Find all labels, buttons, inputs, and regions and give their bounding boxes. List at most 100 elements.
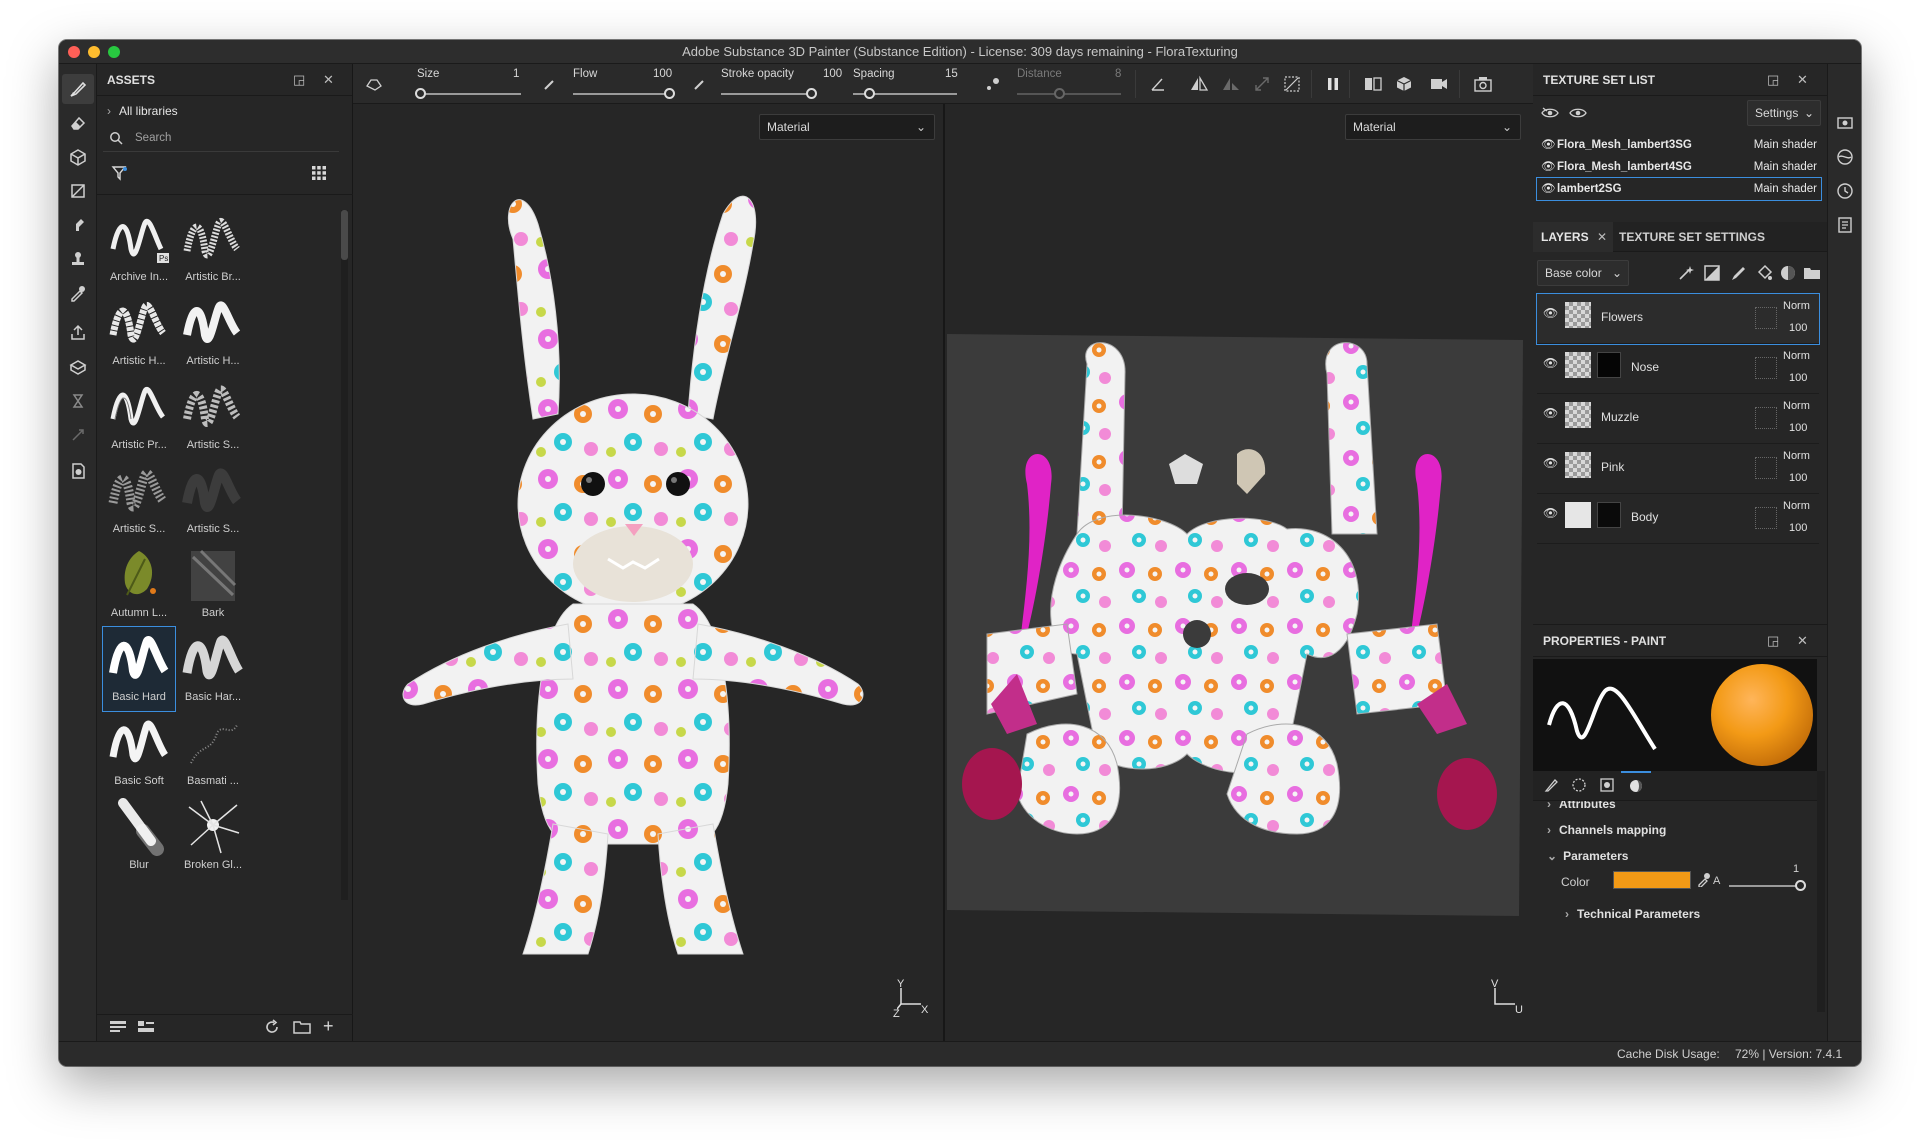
brush-preset[interactable]: Artistic Pr... bbox=[103, 375, 175, 459]
lock-icon[interactable] bbox=[62, 420, 94, 450]
library-selector[interactable]: › All libraries bbox=[107, 104, 178, 118]
eye-icon[interactable] bbox=[1569, 106, 1587, 123]
brush-preset[interactable]: Basic Soft bbox=[103, 711, 175, 795]
mask-slot[interactable] bbox=[1755, 507, 1777, 529]
history-icon[interactable] bbox=[62, 386, 94, 416]
viewport-3d[interactable]: Material ⌄ Y X Z bbox=[353, 104, 943, 1041]
mask-slot[interactable] bbox=[1755, 457, 1777, 479]
brush-preset[interactable]: Blur bbox=[103, 795, 175, 879]
blend-mode-dropdown[interactable]: Norm bbox=[1783, 450, 1810, 462]
refresh-icon[interactable] bbox=[263, 1018, 281, 1039]
parameters-section[interactable]: ⌄ Parameters bbox=[1547, 849, 1628, 863]
lazy-mouse-icon[interactable] bbox=[985, 76, 1001, 95]
export-icon[interactable] bbox=[62, 318, 94, 348]
environment-icon[interactable] bbox=[1836, 148, 1854, 169]
uv-texture-map[interactable] bbox=[947, 334, 1523, 916]
brush-preset[interactable]: Artistic H... bbox=[103, 291, 175, 375]
filter-icon[interactable] bbox=[111, 164, 129, 182]
layer-opacity[interactable]: 100 bbox=[1789, 522, 1807, 534]
alpha-slider[interactable] bbox=[1729, 885, 1799, 887]
log-icon[interactable] bbox=[1836, 216, 1854, 237]
search-input[interactable]: Search bbox=[135, 132, 171, 144]
brush-preset[interactable]: Artistic S... bbox=[177, 459, 249, 543]
close-icon[interactable]: ✕ bbox=[1797, 625, 1808, 657]
brush-preset[interactable]: Autumn L... bbox=[103, 543, 175, 627]
paint-brush-icon[interactable] bbox=[62, 74, 94, 104]
viewport-2d[interactable]: Material ⌄ V U bbox=[945, 104, 1533, 1041]
brush-preset[interactable]: Basic Har... bbox=[177, 627, 249, 711]
eye-icon[interactable]: 👁 bbox=[1543, 506, 1558, 520]
size-slider-knob[interactable] bbox=[415, 88, 427, 99]
blend-mode-dropdown[interactable]: Norm bbox=[1783, 350, 1810, 362]
viewport-3d-channel-dropdown[interactable]: Material ⌄ bbox=[759, 114, 935, 140]
import-icon[interactable] bbox=[109, 1019, 127, 1038]
undock-icon[interactable]: ◲ bbox=[1767, 64, 1779, 96]
attributes-section[interactable]: › Attributes bbox=[1547, 801, 1616, 811]
eye-icon[interactable]: 👁 bbox=[1543, 306, 1558, 320]
color-swatch[interactable] bbox=[1613, 871, 1691, 889]
technical-parameters-section[interactable]: › Technical Parameters bbox=[1565, 907, 1700, 921]
eye-icon[interactable]: 👁 bbox=[1543, 356, 1558, 370]
flow-slider[interactable] bbox=[573, 93, 669, 95]
undock-icon[interactable]: ◲ bbox=[293, 64, 305, 96]
polygon-fill-icon[interactable] bbox=[62, 176, 94, 206]
add-smart-material-icon[interactable] bbox=[1779, 264, 1797, 285]
size-slider[interactable] bbox=[417, 93, 521, 95]
layer-opacity[interactable]: 100 bbox=[1789, 422, 1807, 434]
blend-mode-dropdown[interactable]: Norm bbox=[1783, 300, 1810, 312]
stencil-tab-icon[interactable] bbox=[1599, 777, 1615, 796]
close-icon[interactable]: ✕ bbox=[323, 64, 334, 96]
occlusion-icon[interactable] bbox=[1283, 75, 1301, 96]
symmetry-icon[interactable] bbox=[1189, 75, 1209, 96]
folder-icon[interactable] bbox=[293, 1019, 311, 1038]
add-paint-layer-icon[interactable] bbox=[1729, 264, 1747, 285]
close-window-button[interactable] bbox=[68, 46, 80, 58]
mask-slot[interactable] bbox=[1755, 307, 1777, 329]
rabbit-3d-model[interactable] bbox=[393, 184, 893, 964]
minimize-window-button[interactable] bbox=[88, 46, 100, 58]
texture-set-row-selected[interactable]: 👁 lambert2SG Main shader bbox=[1536, 177, 1822, 201]
alpha-slider-knob[interactable] bbox=[1795, 880, 1806, 891]
display-3d-icon[interactable] bbox=[1395, 75, 1413, 96]
eye-icon[interactable]: 👁 bbox=[1541, 134, 1556, 156]
channels-mapping-section[interactable]: › Channels mapping bbox=[1547, 823, 1666, 837]
brush-preset-selected[interactable]: Basic Hard bbox=[102, 626, 176, 712]
eraser-icon[interactable] bbox=[62, 108, 94, 138]
eye-toggle-icon[interactable] bbox=[1541, 106, 1559, 123]
projection-icon[interactable] bbox=[62, 142, 94, 172]
layer-row-nose[interactable]: 👁 Nose Norm 100 bbox=[1537, 344, 1819, 394]
display-settings-icon[interactable] bbox=[1836, 114, 1854, 135]
angle-icon[interactable] bbox=[1149, 75, 1167, 96]
brush-tab-icon[interactable] bbox=[1543, 777, 1559, 796]
texture-set-row[interactable]: 👁 Flora_Mesh_lambert4SG Main shader bbox=[1537, 156, 1821, 178]
tab-layers[interactable]: LAYERS ✕ bbox=[1533, 222, 1613, 252]
layer-row-body[interactable]: 👁 Body Norm 100 bbox=[1537, 494, 1819, 544]
spacing-slider-knob[interactable] bbox=[863, 88, 875, 99]
blend-mode-dropdown[interactable]: Norm bbox=[1783, 500, 1810, 512]
layer-opacity[interactable]: 100 bbox=[1789, 472, 1807, 484]
add-icon[interactable]: + bbox=[323, 1016, 334, 1037]
brush-preset[interactable]: Artistic S... bbox=[103, 459, 175, 543]
stroke-opacity-slider-knob[interactable] bbox=[806, 88, 817, 99]
add-fill-layer-icon[interactable] bbox=[1755, 264, 1773, 285]
split-view-icon[interactable] bbox=[1363, 75, 1383, 96]
brush-symmetry-icon[interactable] bbox=[365, 76, 385, 95]
layer-opacity[interactable]: 100 bbox=[1789, 372, 1807, 384]
brush-preset[interactable] bbox=[103, 879, 175, 915]
flow-slider-knob[interactable] bbox=[664, 88, 675, 99]
eye-icon[interactable]: 👁 bbox=[1543, 456, 1558, 470]
brush-preset[interactable]: Bark bbox=[177, 543, 249, 627]
layer-opacity[interactable]: 100 bbox=[1789, 322, 1807, 334]
mirror-icon[interactable] bbox=[1221, 75, 1241, 96]
blend-mode-dropdown[interactable]: Norm bbox=[1783, 400, 1810, 412]
close-icon[interactable]: ✕ bbox=[1597, 222, 1607, 252]
color-picker-icon[interactable] bbox=[62, 278, 94, 308]
layer-row-pink[interactable]: 👁 Pink Norm 100 bbox=[1537, 444, 1819, 494]
pause-icon[interactable] bbox=[1325, 76, 1341, 95]
eye-icon[interactable]: 👁 bbox=[1543, 406, 1558, 420]
material-tab[interactable] bbox=[1621, 771, 1651, 801]
zoom-window-button[interactable] bbox=[108, 46, 120, 58]
eye-icon[interactable]: 👁 bbox=[1541, 178, 1556, 200]
bake-icon[interactable] bbox=[62, 352, 94, 382]
search-field[interactable]: Search bbox=[103, 126, 339, 152]
